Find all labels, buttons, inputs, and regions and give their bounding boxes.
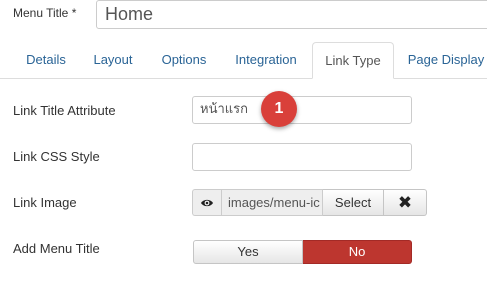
tab-link-type[interactable]: Link Type (312, 42, 394, 79)
tab-page-display[interactable]: Page Display (398, 42, 487, 79)
link-image-path: images/menu-ic (221, 189, 323, 216)
tab-details[interactable]: Details (13, 42, 79, 79)
clear-x-icon[interactable]: ✖ (384, 189, 427, 216)
preview-eye-icon[interactable] (192, 189, 221, 216)
menu-title-input[interactable]: Home (96, 0, 487, 29)
link-image-media-field: images/menu-ic Select ✖ (192, 189, 427, 216)
annotation-badge: 1 (261, 91, 297, 127)
tab-layout[interactable]: Layout (81, 42, 145, 79)
link-image-select-button[interactable]: Select (323, 189, 384, 216)
link-title-attribute-input[interactable]: หน้าแรก (192, 96, 412, 124)
link-css-style-input[interactable] (192, 143, 412, 171)
tab-integration[interactable]: Integration (223, 42, 309, 79)
tab-options[interactable]: Options (149, 42, 219, 79)
no-button[interactable]: No (303, 240, 412, 264)
add-menu-title-label: Add Menu Title (13, 241, 100, 256)
link-title-attribute-label: Link Title Attribute (13, 103, 116, 118)
yes-button[interactable]: Yes (193, 240, 303, 264)
link-image-label: Link Image (13, 195, 77, 210)
add-menu-title-toggle: Yes No (193, 240, 412, 264)
menu-title-label: Menu Title * (13, 6, 77, 20)
tab-bar: Details Layout Options Integration Link … (0, 42, 487, 79)
link-css-style-label: Link CSS Style (13, 149, 100, 164)
